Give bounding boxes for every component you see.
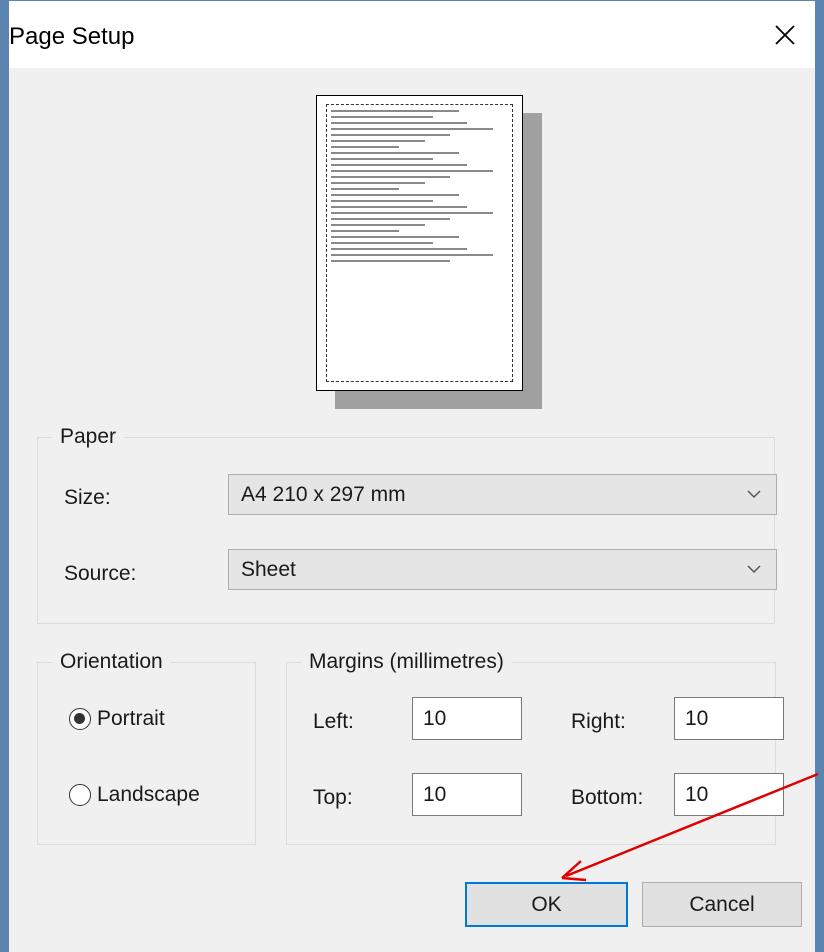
paper-size-value: A4 210 x 297 mm: [241, 483, 406, 506]
page-preview-text-line: [331, 230, 399, 232]
left-margin-input[interactable]: 10: [412, 697, 522, 740]
page-preview: [316, 95, 523, 391]
bottom-margin-input[interactable]: 10: [674, 773, 784, 816]
page-preview-text-line: [331, 182, 425, 184]
page-preview-text-line: [331, 212, 493, 214]
page-preview-text-line: [331, 206, 467, 208]
page-preview-text-line: [331, 170, 493, 172]
page-preview-text-line: [331, 140, 425, 142]
page-preview-text-line: [331, 146, 399, 148]
chevron-down-icon: [747, 565, 761, 574]
page-preview-text-line: [331, 158, 433, 160]
ok-button[interactable]: OK: [465, 882, 628, 927]
orientation-group: Orientation: [37, 649, 256, 845]
margins-group-label: Margins (millimetres): [301, 649, 512, 675]
page-preview-text-line: [331, 134, 450, 136]
page-preview-text-line: [331, 110, 459, 112]
page-preview-text-line: [331, 164, 467, 166]
orientation-group-label: Orientation: [52, 649, 171, 675]
portrait-radio[interactable]: Portrait: [69, 707, 165, 731]
page-preview-text: [331, 110, 501, 266]
cancel-button[interactable]: Cancel: [642, 882, 802, 927]
size-label: Size:: [64, 486, 111, 509]
right-margin-label: Right:: [571, 710, 626, 733]
paper-group-label: Paper: [52, 424, 125, 450]
title-bar: Page Setup: [9, 1, 815, 68]
page-preview-text-line: [331, 122, 467, 124]
page-preview-text-line: [331, 116, 433, 118]
page-preview-text-line: [331, 224, 425, 226]
paper-size-select[interactable]: A4 210 x 297 mm: [228, 474, 777, 515]
right-margin-input[interactable]: 10: [674, 697, 784, 740]
page-preview-text-line: [331, 242, 433, 244]
left-margin-label: Left:: [313, 710, 354, 733]
bottom-margin-label: Bottom:: [571, 786, 644, 809]
portrait-label: Portrait: [97, 707, 165, 730]
close-icon: [775, 24, 795, 45]
portrait-radio-indicator: [69, 708, 91, 730]
landscape-radio[interactable]: Landscape: [69, 783, 200, 807]
paper-group: Paper: [37, 424, 775, 624]
page-preview-text-line: [331, 248, 467, 250]
landscape-label: Landscape: [97, 783, 200, 806]
page-preview-text-line: [331, 236, 459, 238]
page-preview-text-line: [331, 218, 450, 220]
top-margin-input[interactable]: 10: [412, 773, 522, 816]
top-margin-label: Top:: [313, 786, 353, 809]
chevron-down-icon: [747, 490, 761, 499]
page-preview-text-line: [331, 260, 450, 262]
page-preview-text-line: [331, 152, 459, 154]
landscape-radio-indicator: [69, 784, 91, 806]
source-label: Source:: [64, 562, 137, 585]
page-preview-text-line: [331, 128, 493, 130]
close-button[interactable]: [755, 1, 815, 68]
page-preview-text-line: [331, 194, 459, 196]
dialog-title: Page Setup: [9, 23, 135, 50]
page-preview-text-line: [331, 188, 399, 190]
paper-source-select[interactable]: Sheet: [228, 549, 777, 590]
page-preview-text-line: [331, 254, 493, 256]
margins-group: Margins (millimetres): [286, 649, 776, 845]
page-preview-text-line: [331, 200, 433, 202]
paper-source-value: Sheet: [241, 558, 296, 581]
page-preview-text-line: [331, 176, 450, 178]
